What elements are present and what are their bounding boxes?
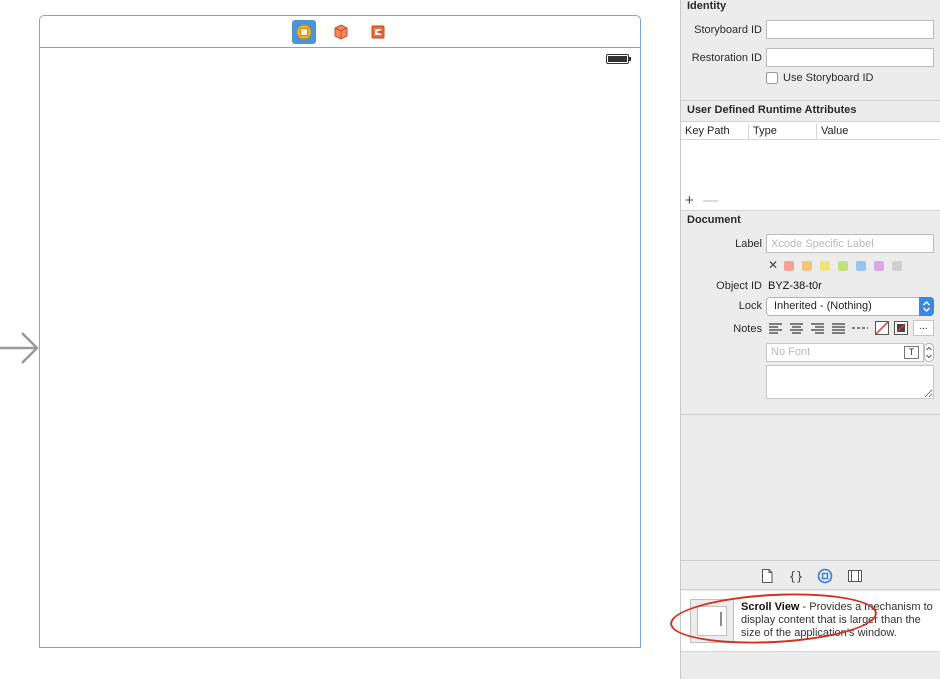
remove-attribute-button[interactable]: — <box>703 193 718 208</box>
storyboard-canvas[interactable] <box>0 0 681 679</box>
exit-icon[interactable] <box>366 20 390 44</box>
column-key-path[interactable]: Key Path <box>681 123 749 139</box>
file-template-icon[interactable] <box>759 568 775 584</box>
label-color-swatch[interactable] <box>838 261 848 271</box>
restoration-id-label: Restoration ID <box>691 52 762 64</box>
table-header-divider <box>681 139 940 140</box>
use-storyboard-id-label: Use Storyboard ID <box>783 72 874 84</box>
add-attribute-button[interactable]: + <box>685 193 694 208</box>
restoration-id-field[interactable] <box>766 48 934 67</box>
align-left-icon[interactable] <box>767 320 784 336</box>
column-type[interactable]: Type <box>749 123 817 139</box>
media-library-icon[interactable] <box>847 568 863 584</box>
library-tab-bar: {} <box>681 560 940 590</box>
divider <box>681 100 940 101</box>
document-heading: Document <box>687 214 741 226</box>
font-field[interactable]: No Font T <box>766 343 924 362</box>
label-color-swatch[interactable] <box>892 261 902 271</box>
label-color-swatch[interactable] <box>820 261 830 271</box>
label-color-swatch[interactable] <box>874 261 884 271</box>
clear-label-color-button[interactable]: ✕ <box>768 258 778 272</box>
runtime-attributes-heading: User Defined Runtime Attributes <box>687 104 857 116</box>
code-snippet-icon[interactable]: {} <box>788 568 804 584</box>
font-placeholder: No Font <box>771 346 811 358</box>
lock-popup[interactable]: Inherited - (Nothing) <box>766 297 934 316</box>
initial-view-controller-arrow-icon <box>0 332 39 364</box>
font-picker-button[interactable]: T <box>904 346 919 359</box>
lock-label: Lock <box>738 300 762 312</box>
notes-more-button[interactable]: ... <box>913 320 934 336</box>
natural-alignment-icon[interactable] <box>851 320 868 336</box>
view-controller-scene[interactable] <box>39 15 641 648</box>
lock-popup-value: Inherited - (Nothing) <box>774 300 872 312</box>
label-label: Label <box>735 238 762 250</box>
scene-dock <box>40 16 640 48</box>
align-center-icon[interactable] <box>788 320 805 336</box>
column-value[interactable]: Value <box>817 123 940 139</box>
identity-heading: Identity <box>687 0 727 12</box>
divider <box>681 414 940 415</box>
notes-label: Notes <box>733 323 762 335</box>
object-id-value: BYZ-38-t0r <box>768 280 822 292</box>
first-responder-icon[interactable] <box>329 20 353 44</box>
runtime-attributes-table[interactable]: Key Path Type Value + — <box>681 121 940 211</box>
popup-arrows-icon <box>919 297 934 316</box>
view-controller-icon[interactable] <box>292 20 316 44</box>
label-color-swatch[interactable] <box>784 261 794 271</box>
background-color-none-icon[interactable] <box>893 320 910 336</box>
font-size-stepper-icon[interactable] <box>924 343 934 362</box>
object-library-icon[interactable] <box>817 568 833 584</box>
root-view[interactable] <box>40 49 640 647</box>
object-id-label: Object ID <box>716 280 762 292</box>
identity-inspector: Identity Storyboard ID Restoration ID Us… <box>668 0 940 679</box>
svg-text:{}: {} <box>789 570 803 584</box>
battery-icon <box>606 54 631 64</box>
xcode-label-field[interactable] <box>766 234 934 253</box>
text-color-none-icon[interactable] <box>874 320 891 336</box>
justify-icon[interactable] <box>830 320 847 336</box>
notes-textarea[interactable] <box>766 365 934 399</box>
label-color-swatch[interactable] <box>856 261 866 271</box>
use-storyboard-id-checkbox[interactable] <box>766 72 778 84</box>
storyboard-id-label: Storyboard ID <box>694 24 762 36</box>
storyboard-id-field[interactable] <box>766 20 934 39</box>
align-right-icon[interactable] <box>809 320 826 336</box>
library-item-scroll-view[interactable]: Scroll View - Provides a mechanism to di… <box>668 588 940 652</box>
label-color-swatch[interactable] <box>802 261 812 271</box>
